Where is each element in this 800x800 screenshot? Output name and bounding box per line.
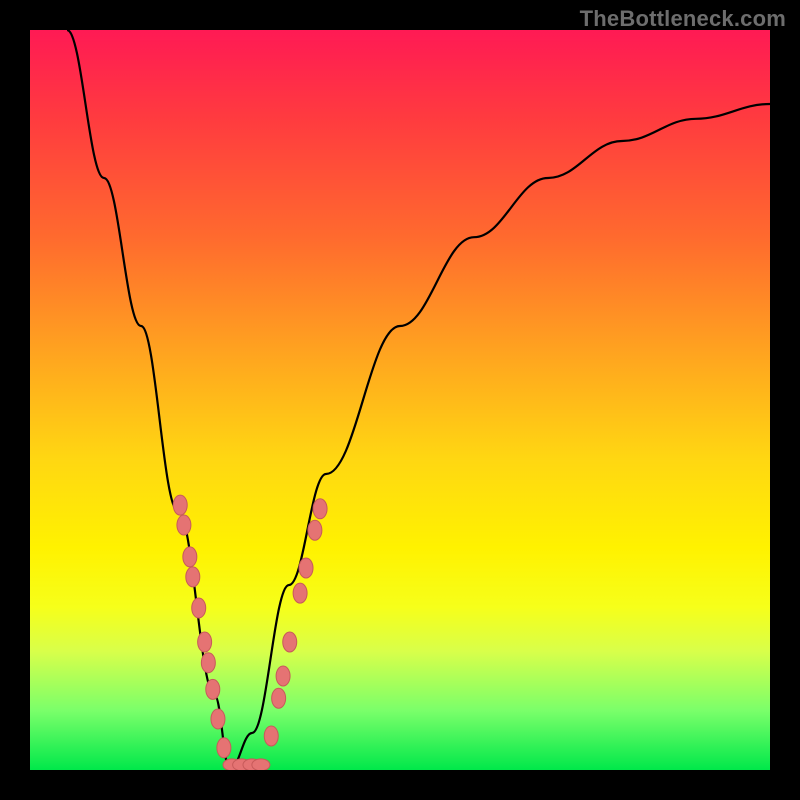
bottleneck-curve bbox=[67, 30, 770, 770]
data-marker bbox=[272, 688, 286, 708]
data-marker bbox=[264, 726, 278, 746]
data-marker bbox=[192, 598, 206, 618]
data-marker bbox=[211, 709, 225, 729]
plot-area bbox=[30, 30, 770, 770]
chart-svg bbox=[30, 30, 770, 770]
data-marker bbox=[276, 666, 290, 686]
data-marker bbox=[173, 495, 187, 515]
data-marker bbox=[198, 632, 212, 652]
data-marker bbox=[283, 632, 297, 652]
data-marker bbox=[252, 759, 270, 770]
data-marker bbox=[186, 567, 200, 587]
data-marker bbox=[308, 520, 322, 540]
data-marker bbox=[217, 738, 231, 758]
data-marker bbox=[293, 583, 307, 603]
watermark-text: TheBottleneck.com bbox=[580, 6, 786, 32]
data-marker bbox=[313, 499, 327, 519]
data-markers bbox=[173, 495, 327, 770]
data-marker bbox=[206, 679, 220, 699]
outer-frame: TheBottleneck.com bbox=[0, 0, 800, 800]
data-marker bbox=[201, 653, 215, 673]
data-marker bbox=[299, 558, 313, 578]
data-marker bbox=[183, 547, 197, 567]
data-marker bbox=[177, 515, 191, 535]
